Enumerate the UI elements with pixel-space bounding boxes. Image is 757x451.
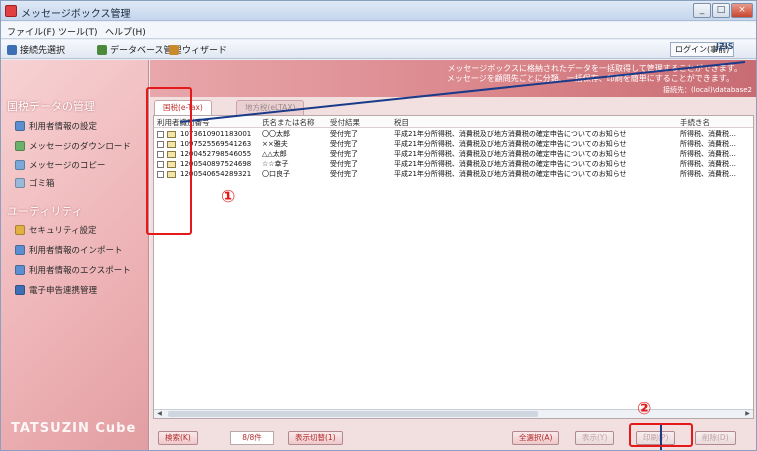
- cell-subject: 平成21年分所得税、消費税及び地方消費税の確定申告についてのお知らせ: [394, 160, 627, 168]
- download-icon: [15, 141, 25, 151]
- toolbar-connection-label: 接続先選択: [20, 46, 66, 56]
- export-icon: [15, 265, 25, 275]
- sidebar-item-security[interactable]: セキュリティ設定: [15, 223, 97, 237]
- list-header: 利用者識別番号 氏名または名称 受付結果 税目 手続き名: [154, 116, 753, 128]
- lock-icon: [15, 225, 25, 235]
- sidebar-item-label: セキュリティ設定: [29, 226, 97, 236]
- minimize-button[interactable]: _: [693, 3, 711, 18]
- menu-help[interactable]: ヘルプ(H): [105, 25, 146, 38]
- cell-procedure: 所得税、消費税…: [680, 140, 736, 148]
- sidebar-item-e-filing[interactable]: 電子申告連携管理: [15, 283, 97, 297]
- cell-result: 受付完了: [330, 150, 358, 158]
- toolbar: 接続先選択 データベース管理 ウィザード ログイン(事前) JZIS: [1, 40, 756, 59]
- cell-result: 受付完了: [330, 170, 358, 178]
- cell-procedure: 所得税、消費税…: [680, 130, 736, 138]
- main-pane: 国税(e-Tax) 地方税(eLTAX) 利用者識別番号 氏名または名称 受付結…: [150, 97, 756, 450]
- close-button[interactable]: ×: [731, 3, 753, 18]
- toolbar-connection-button[interactable]: 接続先選択: [7, 43, 65, 56]
- horizontal-scrollbar[interactable]: ◀ ▶: [154, 409, 753, 418]
- sidebar-item-label: 電子申告連携管理: [29, 286, 98, 296]
- cell-result: 受付完了: [330, 140, 358, 148]
- cell-name: ☆☆幸子: [262, 160, 289, 168]
- sidebar-item-export[interactable]: 利用者情報のエクスポート: [15, 263, 131, 277]
- cell-procedure: 所得税、消費税…: [680, 170, 736, 178]
- annotation-number-1: ①: [221, 187, 236, 207]
- display-toggle-button[interactable]: 表示切替(1): [288, 431, 343, 445]
- cell-result: 受付完了: [330, 130, 358, 138]
- cell-name: ××雅夫: [262, 140, 288, 148]
- scroll-right-icon[interactable]: ▶: [743, 410, 752, 418]
- column-header-name[interactable]: 氏名または名称: [262, 117, 315, 128]
- menu-bar: ファイル(F) ツール(T) ヘルプ(H): [1, 22, 756, 39]
- toolbar-wizard-button[interactable]: ウィザード: [169, 43, 227, 56]
- cell-name: 〇〇太郎: [262, 130, 290, 138]
- cell-subject: 平成21年分所得税、消費税及び地方消費税の確定申告についてのお知らせ: [394, 140, 627, 148]
- sidebar-brand: TATSUZIN Cube: [11, 421, 137, 436]
- record-counter: 8/8件: [230, 431, 274, 445]
- toolbar-wizard-label: ウィザード: [182, 46, 228, 56]
- cell-procedure: 所得税、消費税…: [680, 150, 736, 158]
- sidebar-item-label: メッセージのコピー: [29, 161, 106, 171]
- search-button[interactable]: 検索(K): [158, 431, 198, 445]
- table-row[interactable]: 1200540897524698 ☆☆幸子 受付完了 平成21年分所得税、消費税及び地…: [154, 160, 753, 169]
- cell-name: 〇口良子: [262, 170, 290, 178]
- select-all-button[interactable]: 全選択(A): [512, 431, 560, 445]
- scroll-thumb[interactable]: [168, 411, 538, 417]
- column-header-subject[interactable]: 税目: [394, 117, 409, 128]
- annotation-box-print: [629, 423, 693, 447]
- app-window: メッセージボックス管理 _ □ × ファイル(F) ツール(T) ヘルプ(H) …: [0, 0, 757, 451]
- banner-text-line2: メッセージを顧問先ごとに分類、一括保存、印刷を簡単にすることができます。: [446, 74, 734, 83]
- maximize-button[interactable]: □: [712, 3, 730, 18]
- tab-eltax[interactable]: 地方税(eLTAX): [236, 100, 305, 115]
- sidebar-item-label: ゴミ箱: [29, 179, 55, 189]
- column-header-result[interactable]: 受付結果: [330, 117, 360, 128]
- sidebar-item-download[interactable]: メッセージのダウンロード: [15, 139, 131, 153]
- import-icon: [15, 245, 25, 255]
- message-list: 利用者識別番号 氏名または名称 受付結果 税目 手続き名 10736109011…: [153, 115, 754, 419]
- title-bar: メッセージボックス管理 _ □ ×: [1, 1, 756, 21]
- sidebar-section-tax-data: 国税データの管理: [7, 100, 95, 113]
- brand-logo: JZIS: [716, 42, 734, 51]
- sidebar-item-label: 利用者情報のエクスポート: [29, 266, 131, 276]
- cell-subject: 平成21年分所得税、消費税及び地方消費税の確定申告についてのお知らせ: [394, 150, 627, 158]
- table-row[interactable]: 1200452798546055 △△太郎 受付完了 平成21年分所得税、消費税及び地…: [154, 150, 753, 159]
- trash-icon: [15, 178, 25, 188]
- connection-path: 接続先：(local)\database2: [662, 86, 752, 94]
- sidebar-item-user-settings[interactable]: 利用者情報の設定: [15, 119, 97, 133]
- table-row[interactable]: 1097525569541263 ××雅夫 受付完了 平成21年分所得税、消費税及び地…: [154, 140, 753, 149]
- sidebar-item-import[interactable]: 利用者情報のインポート: [15, 243, 123, 257]
- menu-file[interactable]: ファイル(F): [7, 25, 55, 38]
- table-row[interactable]: 1200540654289321 〇口良子 受付完了 平成21年分所得税、消費税及び地…: [154, 170, 753, 179]
- delete-button[interactable]: 削除(D): [695, 431, 736, 445]
- e-filing-icon: [15, 285, 25, 295]
- sidebar-item-label: 利用者情報の設定: [29, 122, 98, 132]
- sidebar-item-trash[interactable]: ゴミ箱: [15, 176, 55, 190]
- cell-subject: 平成21年分所得税、消費税及び地方消費税の確定申告についてのお知らせ: [394, 130, 627, 138]
- annotation-box-checkboxes: [146, 87, 192, 235]
- database-icon: [97, 44, 107, 55]
- view-button[interactable]: 表示(Y): [575, 431, 615, 445]
- cell-name: △△太郎: [262, 150, 287, 158]
- sidebar-item-copy[interactable]: メッセージのコピー: [15, 158, 105, 172]
- copy-icon: [15, 160, 25, 170]
- scroll-left-icon[interactable]: ◀: [155, 410, 164, 418]
- sidebar: 国税データの管理 利用者情報の設定 メッセージのダウンロード メッセージのコピー…: [1, 60, 149, 450]
- sidebar-section-utility: ユーティリティ: [7, 205, 83, 218]
- sidebar-item-label: メッセージのダウンロード: [29, 142, 131, 152]
- sidebar-item-label: 利用者情報のインポート: [29, 246, 123, 256]
- cell-result: 受付完了: [330, 160, 358, 168]
- app-icon: [5, 5, 17, 17]
- table-row[interactable]: 1073610901183001 〇〇太郎 受付完了 平成21年分所得税、消費税及び地…: [154, 130, 753, 139]
- cell-procedure: 所得税、消費税…: [680, 160, 736, 168]
- window-title: メッセージボックス管理: [21, 9, 131, 20]
- user-settings-icon: [15, 121, 25, 131]
- menu-tools[interactable]: ツール(T): [58, 25, 98, 38]
- info-banner: メッセージボックスに格納されたデータを一括取得して管理することができます。 メッ…: [150, 60, 756, 97]
- connection-icon: [7, 44, 17, 55]
- column-header-procedure[interactable]: 手続き名: [680, 117, 710, 128]
- cell-subject: 平成21年分所得税、消費税及び地方消費税の確定申告についてのお知らせ: [394, 170, 627, 178]
- wizard-icon: [169, 44, 179, 55]
- annotation-number-2: ②: [637, 399, 652, 419]
